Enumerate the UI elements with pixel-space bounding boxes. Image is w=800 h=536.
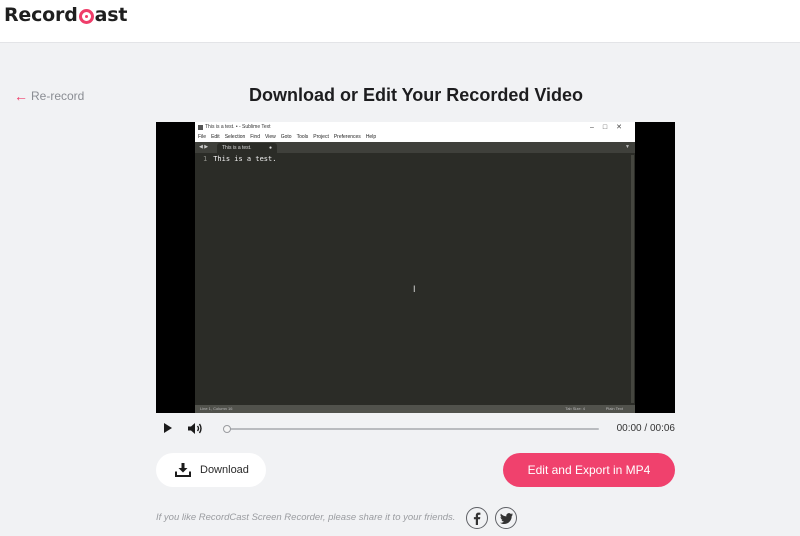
recordcast-logo[interactable]: Record ast xyxy=(4,4,127,26)
editor-menu-bar: File Edit Selection Find View Goto Tools Projec… xyxy=(195,133,635,142)
download-button[interactable]: Download xyxy=(156,453,266,487)
time-display: 00:00 / 00:06 xyxy=(616,423,675,434)
seek-handle[interactable] xyxy=(223,425,231,433)
edit-export-mp4-button[interactable]: Edit and Export in MP4 xyxy=(503,453,675,487)
play-icon[interactable] xyxy=(164,423,172,433)
editor-status-bar: Line 1, Column 16 Tab Size: 4 Plain Text xyxy=(195,405,635,413)
editor-line: 1 This is a test. xyxy=(203,155,277,163)
volume-icon[interactable] xyxy=(187,422,203,435)
logo-c-mark xyxy=(78,8,94,24)
facebook-icon xyxy=(473,512,481,525)
editor-tab-bar: ◀ ▶ This is a test. ● ▼ xyxy=(195,142,635,153)
page-title: Download or Edit Your Recorded Video xyxy=(248,85,584,105)
editor-tab: This is a test. ● xyxy=(217,143,277,153)
export-label: Edit and Export in MP4 xyxy=(527,463,651,477)
sublime-app-icon xyxy=(198,125,203,130)
twitter-share-button[interactable] xyxy=(495,507,517,529)
download-icon xyxy=(175,463,191,477)
player-controls: 00:00 / 00:06 xyxy=(156,414,675,444)
tab-dirty-icon: ● xyxy=(268,145,272,151)
facebook-share-button[interactable] xyxy=(466,507,488,529)
share-message: If you like RecordCast Screen Recorder, … xyxy=(156,512,456,523)
tab-dropdown-icon: ▼ xyxy=(625,144,630,150)
editor-window-title: This is a test. • - Sublime Text xyxy=(205,124,271,130)
text-cursor-icon: I xyxy=(413,284,416,294)
download-label: Download xyxy=(200,464,249,476)
twitter-icon xyxy=(499,512,513,524)
editor-title-bar: This is a test. • - Sublime Text –□✕ xyxy=(195,122,635,133)
video-player[interactable]: This is a test. • - Sublime Text –□✕ Fil… xyxy=(156,122,675,413)
editor-text-area: 1 This is a test. I xyxy=(195,153,635,405)
seek-bar[interactable] xyxy=(226,428,599,430)
editor-scrollbar xyxy=(631,155,634,403)
window-controls-icon: –□✕ xyxy=(590,124,631,131)
tab-nav-arrows-icon: ◀ ▶ xyxy=(199,144,209,150)
top-bar: Record ast xyxy=(0,0,800,43)
recorded-video-frame: This is a test. • - Sublime Text –□✕ Fil… xyxy=(195,122,635,413)
